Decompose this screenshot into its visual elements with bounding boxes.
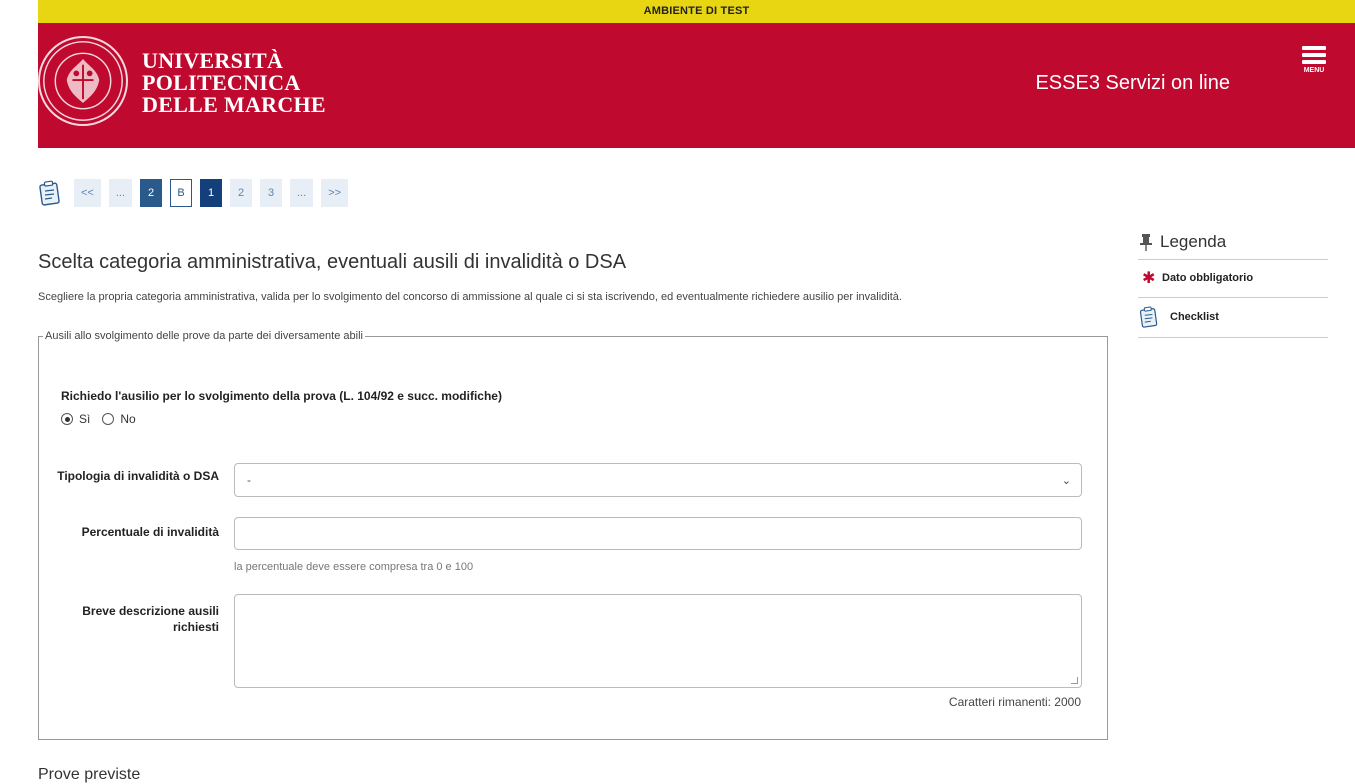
- tipologia-label: Tipologia di invalidità o DSA: [57, 469, 219, 483]
- char-counter: Caratteri rimanenti: 2000: [948, 695, 1081, 709]
- tipologia-select-value: -: [247, 473, 251, 487]
- descrizione-label: Breve descrizione ausili richiesti: [82, 604, 219, 634]
- university-name-line-2: POLITECNICA: [142, 70, 301, 95]
- ausili-fieldset: Ausili allo svolgimento delle prove da p…: [38, 330, 1108, 740]
- radio-no-label[interactable]: No: [120, 412, 135, 426]
- pager-step-2[interactable]: 2: [230, 179, 253, 207]
- legend-panel: Legenda ✱ Dato obbligatorio Checklist: [1138, 232, 1328, 338]
- legend-title: Legenda: [1138, 232, 1328, 260]
- menu-button[interactable]: MENU: [1299, 46, 1329, 74]
- ausilio-radio-group: Sì No: [61, 412, 148, 426]
- pager-first[interactable]: <<: [74, 179, 101, 207]
- percentuale-label: Percentuale di invalidità: [81, 525, 219, 539]
- percentuale-input[interactable]: [234, 517, 1082, 550]
- pager-step-current[interactable]: 1: [200, 179, 223, 207]
- chevron-down-icon: ⌄: [1061, 474, 1071, 487]
- section-prove-title: Prove previste: [38, 766, 141, 783]
- ausilio-question: Richiedo l'ausilio per lo svolgimento de…: [61, 389, 502, 403]
- main-content: Scelta categoria amministrativa, eventua…: [38, 238, 1108, 740]
- resize-handle-icon[interactable]: [1071, 677, 1078, 684]
- page-title: Scelta categoria amministrativa, eventua…: [38, 251, 627, 273]
- university-seal-logo[interactable]: [38, 36, 128, 126]
- pager-step-3[interactable]: 3: [260, 179, 283, 207]
- percentuale-hint: la percentuale deve essere compresa tra …: [234, 561, 474, 573]
- radio-yes-label[interactable]: Sì: [79, 412, 90, 426]
- pager-ellipsis-left[interactable]: ...: [108, 179, 133, 207]
- pin-icon: [1140, 234, 1152, 251]
- menu-label: MENU: [1303, 67, 1325, 74]
- checklist-icon: [1139, 306, 1158, 328]
- university-name-line-1: UNIVERSITÀ: [142, 48, 284, 73]
- legend-checklist-label[interactable]: Checklist: [1170, 311, 1219, 323]
- tipologia-select[interactable]: - ⌄: [234, 463, 1082, 497]
- site-header: UNIVERSITÀ POLITECNICA DELLE MARCHE ESSE…: [38, 23, 1355, 148]
- university-name[interactable]: UNIVERSITÀ POLITECNICA DELLE MARCHE: [142, 50, 326, 116]
- required-star-icon: ✱: [1142, 270, 1156, 287]
- radio-yes[interactable]: [61, 413, 73, 425]
- legend-required-label: Dato obbligatorio: [1162, 272, 1254, 284]
- app-title: ESSE3 Servizi on line: [1035, 72, 1230, 94]
- legend-item-checklist[interactable]: Checklist: [1138, 298, 1328, 338]
- pager-ellipsis-right[interactable]: ...: [290, 179, 314, 207]
- legend-title-text: Legenda: [1160, 232, 1227, 251]
- hamburger-icon: [1302, 46, 1326, 50]
- university-name-line-3: DELLE MARCHE: [142, 92, 326, 117]
- pager-step-2-prev[interactable]: 2: [140, 179, 163, 207]
- checklist-icon[interactable]: [38, 180, 62, 206]
- environment-banner: AMBIENTE DI TEST: [38, 0, 1355, 23]
- pager-step-b[interactable]: B: [170, 179, 193, 207]
- wizard-pager: << ... 2 B 1 2 3 ... >>: [38, 178, 356, 208]
- legend-item-required: ✱ Dato obbligatorio: [1138, 260, 1328, 298]
- intro-text: Scegliere la propria categoria amministr…: [38, 291, 902, 303]
- fieldset-legend: Ausili allo svolgimento delle prove da p…: [45, 330, 363, 342]
- radio-no[interactable]: [102, 413, 115, 425]
- pager-last[interactable]: >>: [321, 179, 349, 207]
- descrizione-textarea[interactable]: [234, 594, 1082, 688]
